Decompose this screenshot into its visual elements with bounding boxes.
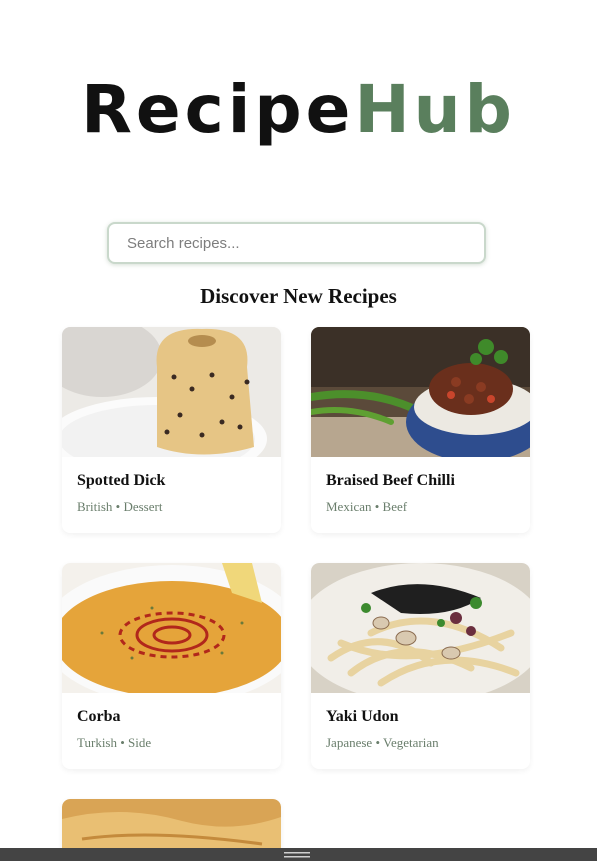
recipe-category: Vegetarian (383, 735, 439, 750)
recipe-cuisine: Mexican (326, 499, 372, 514)
recipe-category: Beef (382, 499, 408, 514)
recipe-meta: Japanese • Vegetarian (326, 735, 439, 751)
recipe-cuisine: British (77, 499, 113, 514)
recipe-card[interactable]: Spotted Dick British • Dessert (62, 327, 281, 533)
recipe-card[interactable]: Braised Beef Chilli Mexican • Beef (311, 327, 530, 533)
recipe-meta: British • Dessert (77, 499, 162, 515)
meta-separator: • (374, 499, 380, 514)
menu-icon[interactable] (284, 852, 310, 861)
section-heading: Discover New Recipes (200, 284, 397, 308)
recipe-image (311, 563, 530, 693)
recipe-title: Corba (77, 708, 121, 725)
meta-separator: • (115, 499, 121, 514)
recipe-image (62, 563, 281, 693)
recipe-meta: Turkish • Side (77, 735, 151, 751)
meta-separator: • (375, 735, 381, 750)
recipe-cuisine: Japanese (326, 735, 373, 750)
recipe-image (311, 327, 530, 457)
recipe-meta: Mexican • Beef (326, 499, 407, 515)
meta-separator: • (120, 735, 125, 750)
recipe-category: Dessert (123, 499, 163, 514)
recipe-card[interactable]: Corba Turkish • Side (62, 563, 281, 769)
recipe-category: Side (128, 735, 152, 750)
search-input[interactable] (109, 224, 484, 262)
search-box (107, 222, 486, 264)
recipe-card[interactable]: Yaki Udon Japanese • Vegetarian (311, 563, 530, 769)
logo-text-hub: Hub (354, 71, 516, 148)
recipe-cuisine: Turkish (77, 735, 117, 750)
recipe-title: Yaki Udon (326, 708, 399, 725)
site-logo[interactable]: RecipeHub (0, 72, 597, 148)
recipe-image (62, 327, 281, 457)
recipe-title: Braised Beef Chilli (326, 472, 455, 489)
recipe-title: Spotted Dick (77, 472, 166, 489)
logo-text-recipe: Recipe (81, 71, 355, 148)
